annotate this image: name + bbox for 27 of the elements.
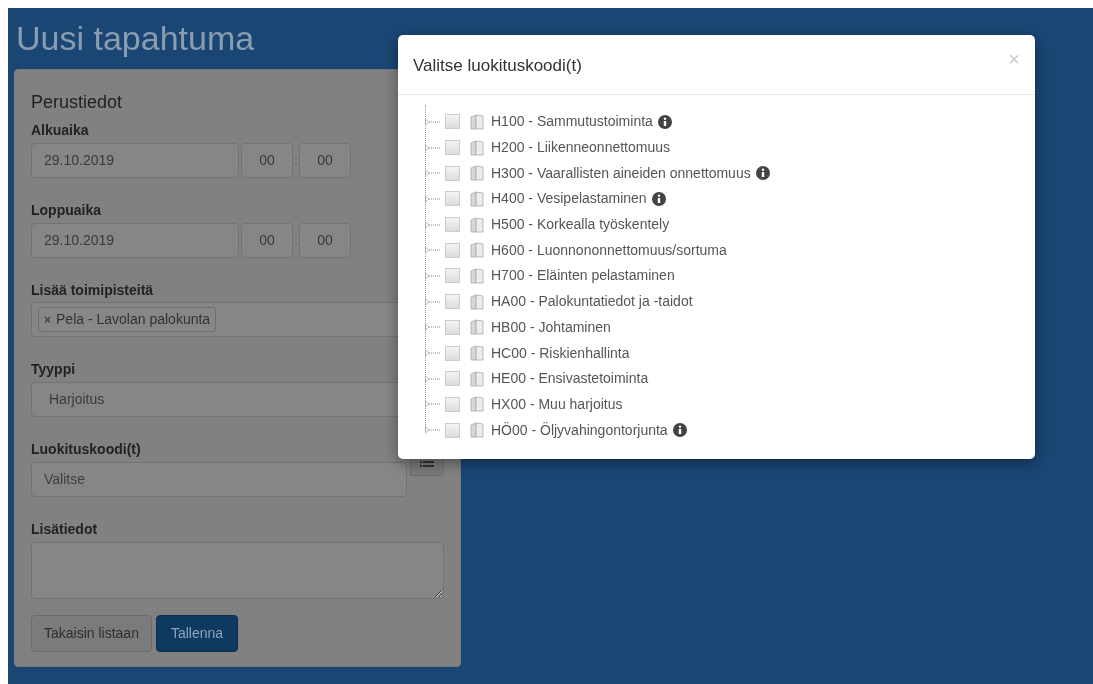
tree-item-label[interactable]: H100 - Sammutustoiminta — [491, 111, 653, 133]
field-label: Lisätiedot — [31, 520, 98, 538]
page-title: Uusi tapahtuma — [16, 20, 256, 58]
tree-item-label[interactable]: HB00 - Johtaminen — [491, 316, 611, 338]
tree-item-label[interactable]: HX00 - Muu harjoitus — [491, 393, 623, 415]
tree-item-label[interactable]: HE00 - Ensivastetoiminta — [491, 368, 649, 390]
section-title: Perustiedot — [31, 92, 124, 114]
modal-title: Valitse luokituskoodi(t) — [413, 54, 582, 77]
code-field[interactable]: Valitse — [31, 461, 407, 497]
time-separator: : — [293, 231, 299, 250]
tree-item-label[interactable]: H300 - Vaarallisten aineiden onnettomuus — [491, 162, 751, 184]
tree-item-label[interactable]: H500 - Korkealla työskentely — [491, 214, 670, 236]
tree-item-label[interactable]: H400 - Vesipelastaminen — [491, 188, 647, 210]
field-label: Alkuaika — [31, 122, 89, 139]
time-separator: : — [293, 151, 299, 170]
tree-item-label[interactable]: H200 - Liikenneonnettomuus — [491, 137, 670, 159]
tree-item-label[interactable]: H700 - Eläinten pelastaminen — [491, 265, 675, 287]
field-label: Lisää toimipisteitä — [31, 281, 154, 299]
tree-item-label[interactable]: HC00 - Riskienhallinta — [491, 342, 630, 364]
field-label: Loppuaika — [31, 201, 101, 219]
tree-item-label[interactable]: H600 - Luonnononnettomuus/sortuma — [491, 239, 727, 261]
tree-item-label[interactable]: HÖ00 - Öljyvahingontorjunta — [491, 419, 668, 441]
save-button[interactable]: Tallenna — [155, 614, 239, 652]
tree-item-label[interactable]: HA00 - Palokuntatiedot ja -taidot — [491, 291, 693, 313]
field-label: Tyyppi — [31, 361, 76, 379]
field-label: Luokituskoodi(t) — [31, 441, 141, 458]
tag-label: Pela - Lavolan palokunta — [56, 310, 211, 330]
